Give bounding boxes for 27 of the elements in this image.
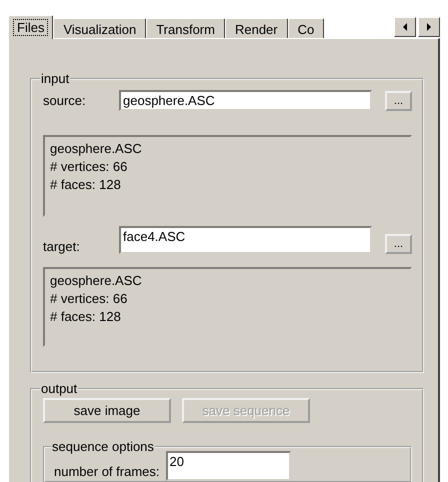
file-field[interactable]: geosphere.ASC [119,90,372,111]
info-line: # vertices: 66 [50,290,128,308]
field-label: target: [43,239,81,254]
scroll-left-button[interactable] [394,17,416,37]
info-line: # vertices: 66 [50,158,128,176]
browse-button[interactable]: ... [385,90,412,110]
group-title: sequence options [51,439,155,454]
info-line: geosphere.ASC [50,272,143,290]
info-line: # faces: 128 [50,176,122,194]
info-line: # faces: 128 [50,308,122,326]
tab[interactable]: Files [8,15,54,39]
browse-button[interactable]: ... [385,234,412,254]
field-label: number of frames: [54,464,160,481]
push-button[interactable]: save image [43,398,171,423]
tab[interactable]: Transform [146,18,225,38]
group-title: input [40,71,70,86]
tab[interactable]: Co [288,18,324,38]
group-title: output [40,381,78,396]
triangle-right-icon [426,23,432,31]
info-line: geosphere.ASC [50,140,143,158]
triangle-left-icon [402,23,408,31]
file-field[interactable]: face4.ASC [119,226,372,254]
tab[interactable]: Visualization [53,18,146,38]
field-label: source: [43,93,87,108]
tab[interactable]: Render [224,18,288,38]
scroll-right-button[interactable] [418,17,440,37]
frames-field[interactable]: 20 [166,451,290,481]
